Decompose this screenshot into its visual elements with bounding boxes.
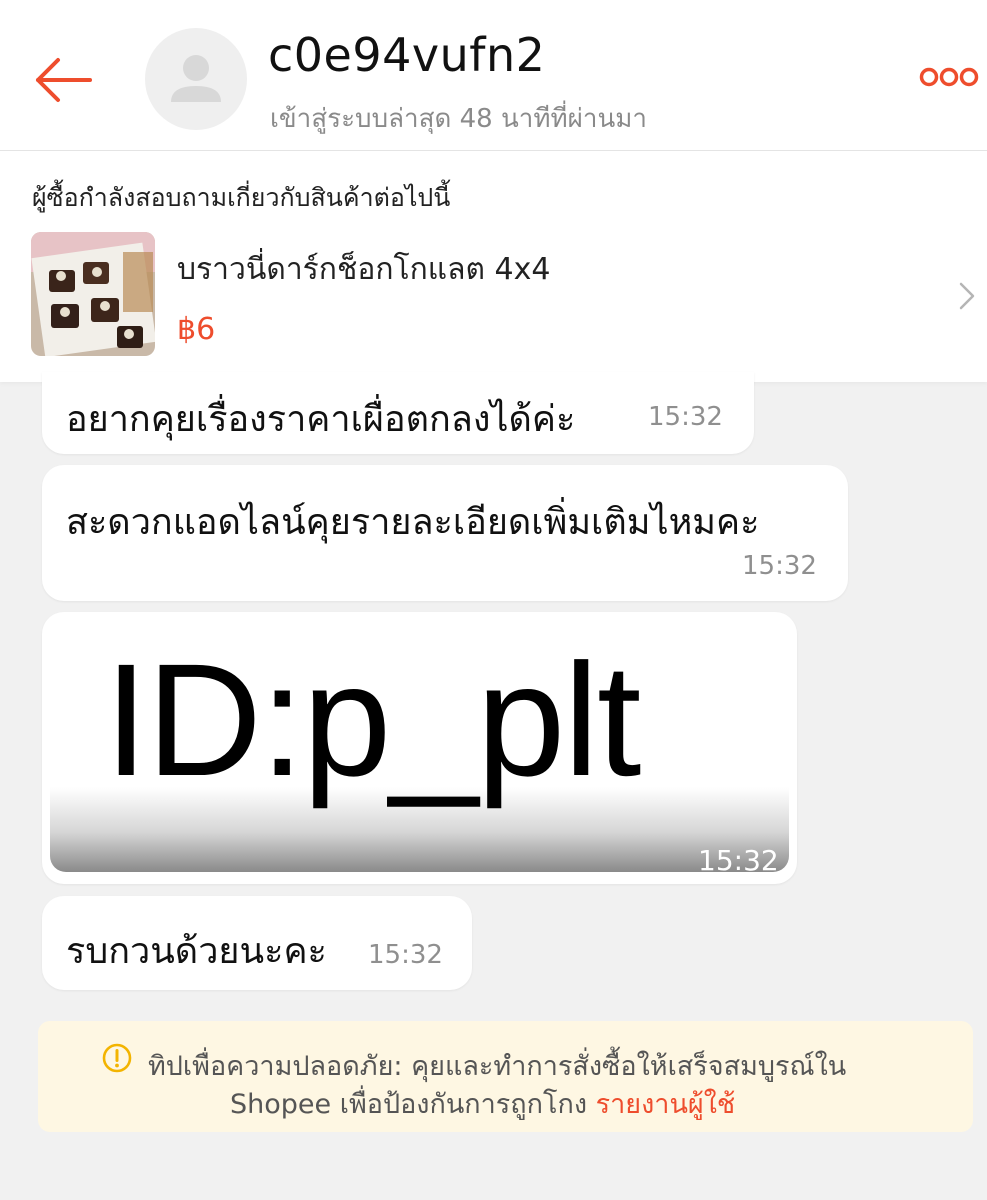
message-time: 15:32 — [368, 940, 443, 970]
message-image[interactable]: ID:p_plt 15:32 — [50, 622, 789, 872]
product-thumbnail[interactable] — [31, 232, 155, 356]
product-price: ฿6 — [177, 312, 216, 347]
safety-tip-text-continued: Shopee เพื่อป้องกันการถูกโกง — [230, 1089, 588, 1120]
more-options-button[interactable] — [918, 62, 980, 92]
product-inquiry-notice: ผู้ซื้อกำลังสอบถามเกี่ยวกับสินค้าต่อไปนี… — [32, 183, 451, 212]
avatar[interactable] — [145, 28, 247, 130]
message-time: 15:32 — [698, 844, 779, 872]
message-bubble[interactable]: อยากคุยเรื่องราคาเผื่อตกลงได้ค่ะ 15:32 — [42, 372, 754, 454]
user-placeholder-icon — [171, 55, 221, 102]
message-time: 15:32 — [742, 551, 817, 581]
safety-tip-text: ทิปเพื่อความปลอดภัย: คุยและทำการสั่งซื้อ… — [148, 1051, 847, 1082]
message-text: อยากคุยเรื่องราคาเผื่อตกลงได้ค่ะ — [66, 399, 576, 440]
back-arrow-icon — [36, 58, 92, 102]
chevron-right-icon[interactable] — [958, 281, 976, 311]
username[interactable]: c0e94vufn2 — [268, 28, 545, 82]
message-text: สะดวกแอดไลน์คุยรายละเอียดเพิ่มเติมไหมคะ — [66, 502, 760, 543]
brownie-product-image — [31, 232, 155, 356]
message-time: 15:32 — [648, 402, 723, 432]
message-text: รบกวนด้วยนะคะ — [66, 931, 327, 972]
warning-icon — [102, 1043, 132, 1073]
product-name[interactable]: บราวนี่ดาร์กช็อกโกแลต 4x4 — [177, 246, 550, 293]
back-button[interactable] — [30, 48, 94, 112]
chat-header: c0e94vufn2 เข้าสู่ระบบล่าสุด 48 นาทีที่ผ… — [0, 0, 987, 151]
message-bubble[interactable]: รบกวนด้วยนะคะ 15:32 — [42, 896, 472, 990]
last-seen-status: เข้าสู่ระบบล่าสุด 48 นาทีที่ผ่านมา — [270, 104, 647, 134]
message-bubble[interactable]: สะดวกแอดไลน์คุยรายละเอียดเพิ่มเติมไหมคะ … — [42, 465, 848, 601]
report-user-link[interactable]: รายงานผู้ใช้ — [596, 1089, 736, 1120]
more-dots-icon — [919, 67, 979, 87]
safety-tip-text-line2: Shopee เพื่อป้องกันการถูกโกง รายงานผู้ใช… — [230, 1082, 735, 1125]
image-message-bubble[interactable]: ID:p_plt 15:32 — [42, 612, 797, 884]
image-caption-text: ID:p_plt — [104, 630, 641, 809]
